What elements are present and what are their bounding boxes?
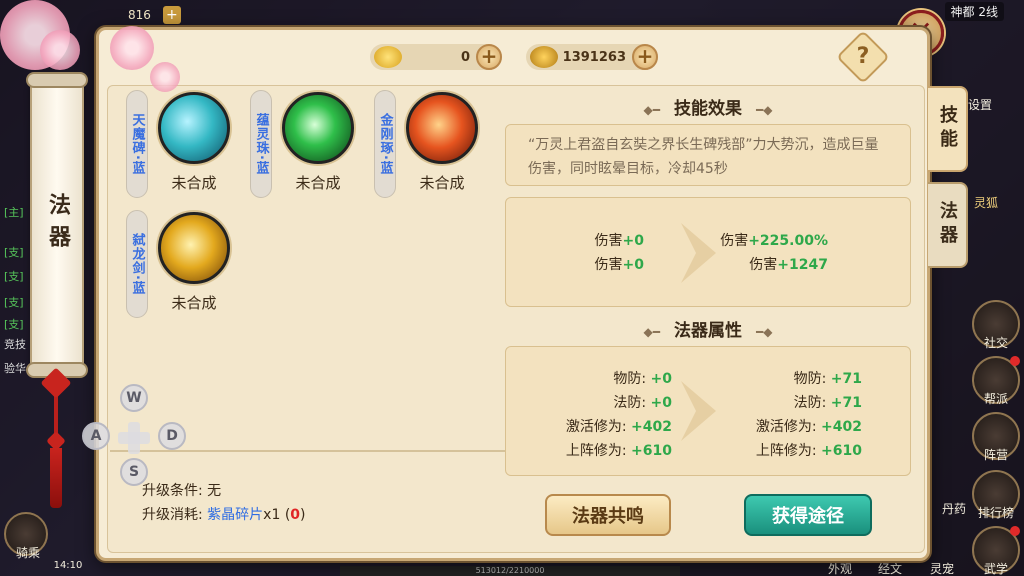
upgrade-condition-label: 升级条件: bbox=[142, 483, 203, 499]
skill-left-row: 伤害+0 bbox=[594, 257, 644, 273]
upgrade-condition: 升级条件: 无 bbox=[142, 480, 221, 500]
skill-right-row: 伤害+225.00% bbox=[720, 233, 828, 249]
currency-coin-value: 1391263 bbox=[562, 49, 626, 65]
mount-label: 骑乘 bbox=[15, 546, 40, 560]
spirit-orb-icon bbox=[282, 92, 354, 164]
dpad-cross[interactable] bbox=[118, 422, 150, 454]
panel-title: 法器 bbox=[45, 193, 70, 257]
skill-section-title: ◆━ 技能效果 ━◆ bbox=[600, 94, 816, 119]
sword-icon bbox=[158, 212, 230, 284]
artifact-status: 未合成 bbox=[419, 174, 465, 192]
upgrade-cost-paren-close: ) bbox=[300, 507, 306, 523]
chat-line: [支] bbox=[4, 270, 24, 283]
artifact-name: 金刚琢·蓝 bbox=[374, 90, 396, 198]
attr-right-row: 物防: +71 bbox=[793, 371, 862, 387]
top-add-button[interactable]: + bbox=[162, 6, 181, 24]
ornament-icon: ━◆ bbox=[756, 103, 773, 117]
map-name: 神都 2线 bbox=[944, 2, 1004, 21]
help-icon: ? bbox=[856, 44, 870, 69]
artifact-name: 天魔碑·蓝 bbox=[126, 90, 148, 198]
social-label: 社交 bbox=[983, 336, 1008, 350]
add-coin-button[interactable]: + bbox=[632, 44, 658, 70]
chat-line: [支] bbox=[4, 318, 24, 331]
clock: 14:10 bbox=[53, 560, 83, 571]
upgrade-cost: 升级消耗: 紫晶碎片x1 (0) bbox=[142, 504, 306, 524]
exp-bar: 513012/2210000 bbox=[340, 566, 680, 576]
martial-label: 武学 bbox=[983, 562, 1008, 576]
scroll-cap bbox=[26, 72, 88, 88]
chat-line: [支] bbox=[4, 296, 24, 309]
vertical-scroll-title: 法器 bbox=[26, 72, 88, 378]
key-a[interactable]: A bbox=[82, 422, 110, 450]
currency-ingot: 0 + bbox=[370, 44, 502, 70]
key-d[interactable]: D bbox=[158, 422, 186, 450]
skill-description: “万灵上君盗自玄奘之界长生碑残部”力大势沉，造成巨量伤害，同时眩晕目标，冷却45… bbox=[505, 124, 911, 186]
scripture-label[interactable]: 经文 bbox=[866, 560, 914, 576]
blossom-decoration bbox=[110, 26, 154, 70]
upgrade-cost-qty: x1 bbox=[263, 507, 281, 523]
currency-ingot-value: 0 bbox=[460, 49, 470, 65]
chat-line: [主] bbox=[4, 206, 24, 219]
add-ingot-button[interactable]: + bbox=[476, 44, 502, 70]
attr-left-row: 法防: +0 bbox=[613, 395, 672, 411]
upgrade-cost-label: 升级消耗: bbox=[142, 507, 203, 523]
top-resource-bar: 816 + bbox=[100, 4, 960, 26]
upgrade-cost-have: 0 bbox=[290, 507, 301, 523]
artifact-status: 未合成 bbox=[171, 294, 217, 312]
pet-label[interactable]: 灵宠 bbox=[918, 560, 966, 576]
blossom-decoration bbox=[40, 30, 80, 70]
obtain-button[interactable]: 获得途径 bbox=[744, 494, 872, 536]
chat-line: 竞技 bbox=[4, 338, 26, 351]
blossom-decoration bbox=[150, 62, 180, 92]
spirit-fox-label: 灵狐 bbox=[973, 196, 998, 210]
hammer-icon bbox=[406, 92, 478, 164]
artifact-card[interactable]: 弑龙剑·蓝 未合成 bbox=[126, 210, 246, 320]
notification-dot bbox=[1010, 356, 1020, 366]
attr-left-row: 上阵修为: +610 bbox=[565, 443, 672, 459]
guild-label: 帮派 bbox=[983, 392, 1008, 406]
elixir-label[interactable]: 丹药 bbox=[930, 500, 978, 517]
ranking-label: 排行榜 bbox=[977, 506, 1014, 520]
upgrade-cost-item[interactable]: 紫晶碎片 bbox=[207, 507, 263, 523]
currency-coin: 1391263 + bbox=[526, 44, 658, 70]
artifact-card[interactable]: 金刚琢·蓝 未合成 bbox=[374, 90, 494, 200]
artifact-card[interactable]: 天魔碑·蓝 未合成 bbox=[126, 90, 246, 200]
skill-title-text: 技能效果 bbox=[674, 99, 742, 119]
tassel-decoration bbox=[40, 367, 72, 512]
chat-line: [支] bbox=[4, 246, 24, 259]
attribute-title-text: 法器属性 bbox=[674, 321, 742, 341]
attr-right-row: 上阵修为: +610 bbox=[755, 443, 862, 459]
upgrade-condition-value: 无 bbox=[207, 483, 222, 499]
tab-skill[interactable]: 技能 bbox=[928, 86, 968, 172]
attr-left-row: 激活修为: +402 bbox=[565, 419, 672, 435]
attr-right-row: 法防: +71 bbox=[793, 395, 862, 411]
chat-line: 验华 bbox=[4, 362, 26, 375]
skill-left-row: 伤害+0 bbox=[594, 233, 644, 249]
artifact-name: 蕴灵珠·蓝 bbox=[250, 90, 272, 198]
top-resource-value: 816 bbox=[128, 8, 151, 22]
ornament-icon: ◆━ bbox=[643, 103, 660, 117]
artifact-status: 未合成 bbox=[295, 174, 341, 192]
ornament-icon: ◆━ bbox=[643, 325, 660, 339]
key-w[interactable]: W bbox=[120, 384, 148, 412]
camp-label: 阵营 bbox=[983, 448, 1008, 462]
gold-ingot-icon bbox=[374, 46, 402, 68]
notification-dot bbox=[1010, 526, 1020, 536]
ornament-icon: ━◆ bbox=[756, 325, 773, 339]
skill-compare-box bbox=[505, 197, 911, 307]
appearance-label[interactable]: 外观 bbox=[816, 560, 864, 576]
artifact-name: 弑龙剑·蓝 bbox=[126, 210, 148, 318]
attribute-section-title: ◆━ 法器属性 ━◆ bbox=[600, 316, 816, 341]
resonance-button[interactable]: 法器共鸣 bbox=[545, 494, 671, 536]
tab-artifact[interactable]: 法器 bbox=[928, 182, 968, 268]
skill-right-row: 伤害+1247 bbox=[749, 257, 828, 273]
stele-icon bbox=[158, 92, 230, 164]
attr-right-row: 激活修为: +402 bbox=[755, 419, 862, 435]
artifact-card[interactable]: 蕴灵珠·蓝 未合成 bbox=[250, 90, 370, 200]
attr-left-row: 物防: +0 bbox=[613, 371, 672, 387]
artifact-status: 未合成 bbox=[171, 174, 217, 192]
coin-icon bbox=[530, 46, 558, 68]
